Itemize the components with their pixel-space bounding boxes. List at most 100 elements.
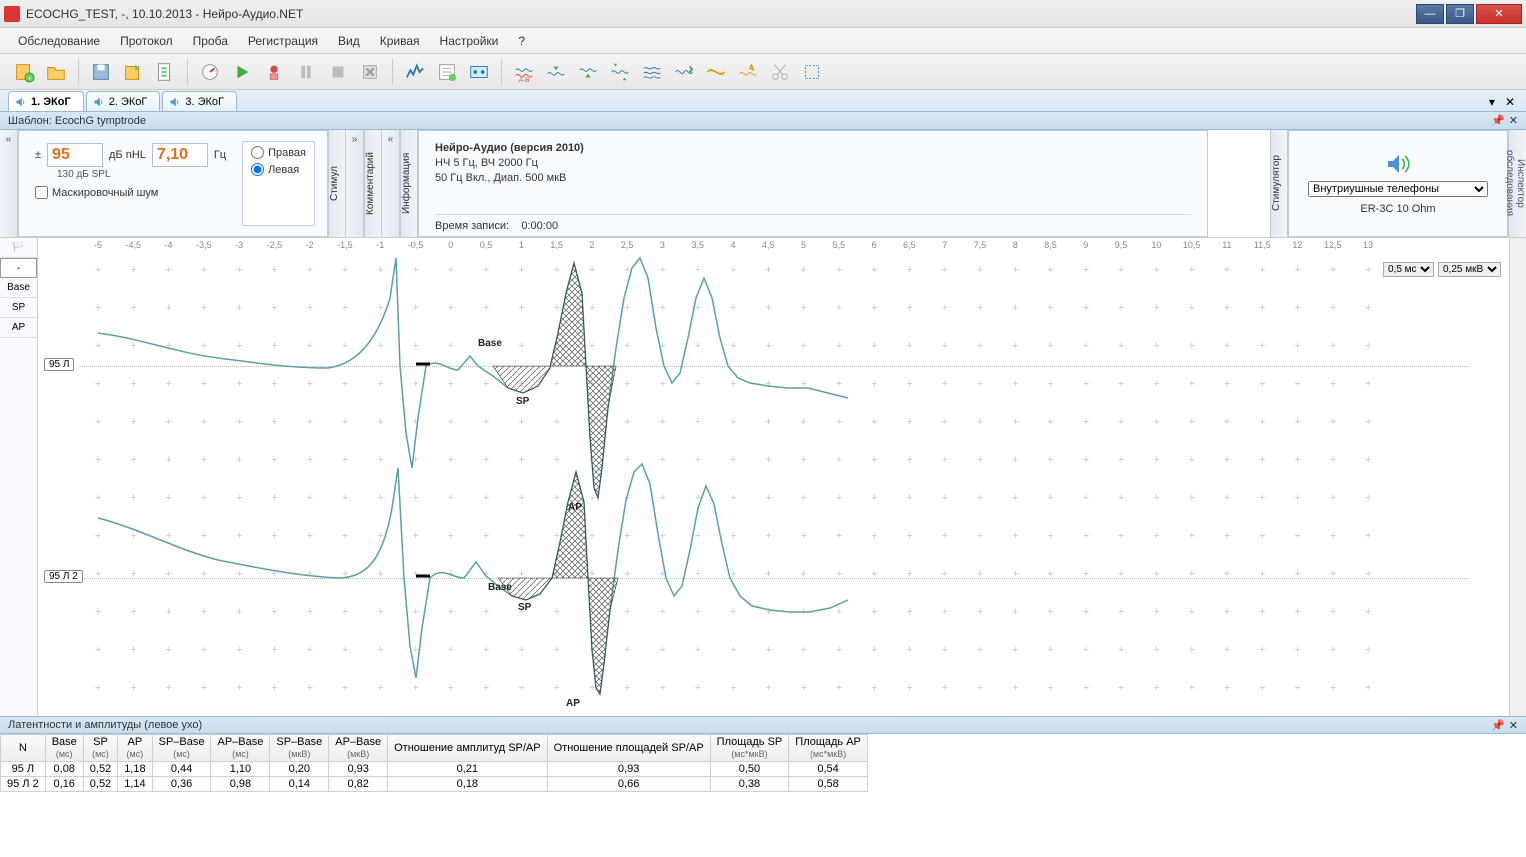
flag-icon[interactable]: 🏳️: [0, 238, 37, 258]
stimulus-panel: ± дБ nHL Гц 130 дБ SPL Маскировочный шум…: [18, 130, 328, 237]
template-pin-icon[interactable]: 📌: [1491, 114, 1505, 127]
col-header: SP–Base(мкВ): [270, 735, 329, 762]
marker-none[interactable]: -: [0, 258, 37, 278]
info-line3: 50 Гц Вкл., Диап. 500 мкВ: [435, 171, 1191, 186]
info-collapse-button[interactable]: «: [382, 130, 400, 237]
marker-ap[interactable]: AP: [0, 318, 37, 338]
side-left-radio[interactable]: [251, 163, 264, 176]
vertical-scrollbar[interactable]: [1509, 238, 1526, 716]
col-header: Base(мс): [45, 735, 83, 762]
inspector-panel-toggle[interactable]: Инспектор обследования: [1508, 130, 1526, 237]
tool-report-icon[interactable]: [151, 58, 179, 86]
marker-base-2[interactable]: Base: [488, 582, 512, 593]
tool-smooth-icon[interactable]: [702, 58, 730, 86]
side-right-radio-label[interactable]: Правая: [251, 146, 306, 159]
marker-ap-1[interactable]: AP: [568, 502, 582, 513]
comment-vlabel[interactable]: Комментарий: [364, 130, 382, 237]
bottom-title: Латентности и амплитуды (левое ухо): [8, 719, 202, 731]
intensity-input[interactable]: [47, 143, 103, 167]
x-scale-select[interactable]: 0,5 мс: [1383, 262, 1434, 277]
rate-input[interactable]: [152, 143, 208, 167]
tool-list-icon[interactable]: [433, 58, 461, 86]
collapse-mid-button[interactable]: »: [346, 130, 364, 237]
tab-2[interactable]: 2. ЭКоГ: [86, 91, 161, 111]
col-header: AP–Base(мкВ): [329, 735, 388, 762]
waveform-plot[interactable]: -5-4,5-4-3,5-3-2,5-2-1,5-1-0,500,511,522…: [38, 238, 1509, 716]
tool-save-icon[interactable]: [87, 58, 115, 86]
marker-sp-1[interactable]: SP: [516, 396, 529, 407]
minimize-button[interactable]: —: [1416, 4, 1444, 24]
template-close-icon[interactable]: ✕: [1509, 114, 1518, 127]
maximize-button[interactable]: ❐: [1446, 4, 1474, 24]
table-row[interactable]: 95 Л 20,160,521,140,360,980,140,820,180,…: [1, 777, 868, 792]
close-button[interactable]: ✕: [1476, 4, 1522, 24]
waveform-svg: [38, 238, 1408, 716]
marker-base[interactable]: Base: [0, 278, 37, 298]
col-header: Площадь SP(мс*мкВ): [710, 735, 789, 762]
results-table-wrap: NBase(мс)SP(мс)AP(мс)SP–Base(мс)AP–Base(…: [0, 734, 1526, 804]
tool-play-icon[interactable]: [228, 58, 256, 86]
bottom-pin-icon[interactable]: 📌: [1491, 719, 1505, 732]
menu-help[interactable]: ?: [508, 28, 535, 53]
menu-trial[interactable]: Проба: [183, 28, 238, 53]
menu-settings[interactable]: Настройки: [430, 28, 509, 53]
tool-compare-icon[interactable]: A-B: [510, 58, 538, 86]
tool-multiwave-icon[interactable]: [638, 58, 666, 86]
tool-new-patient-icon[interactable]: +: [10, 58, 38, 86]
info-vlabel: Информация: [400, 130, 418, 237]
tabs-dropdown-icon[interactable]: ▾: [1486, 95, 1498, 109]
menu-curve[interactable]: Кривая: [370, 28, 430, 53]
tool-wave-updown-icon[interactable]: [606, 58, 634, 86]
spl-label: 130 дБ SPL: [57, 169, 230, 180]
tool-cut-icon[interactable]: [766, 58, 794, 86]
rec-time-label: Время записи:: [435, 220, 509, 232]
tool-wave-up-icon[interactable]: [542, 58, 570, 86]
masking-checkbox[interactable]: [35, 186, 48, 199]
tool-select-icon[interactable]: [798, 58, 826, 86]
trace-label-2[interactable]: 95 Л 2: [44, 570, 83, 583]
marker-ap-2[interactable]: AP: [566, 698, 580, 709]
tab-3[interactable]: 3. ЭКоГ: [162, 91, 237, 111]
marker-sp[interactable]: SP: [0, 298, 37, 318]
masking-checkbox-label[interactable]: Маскировочный шум: [35, 186, 230, 199]
tool-analyze-icon[interactable]: [401, 58, 429, 86]
collapse-left-button[interactable]: «: [0, 130, 18, 237]
transducer-select[interactable]: Внутриушные телефоны: [1308, 181, 1488, 197]
side-left-radio-label[interactable]: Левая: [251, 163, 306, 176]
speaker-icon: [15, 96, 27, 108]
tool-window-icon[interactable]: [465, 58, 493, 86]
tool-record-icon[interactable]: [260, 58, 288, 86]
template-label: Шаблон: EcochG tymptrode: [8, 115, 146, 127]
tool-wave-down-icon[interactable]: [574, 58, 602, 86]
side-right-radio[interactable]: [251, 146, 264, 159]
y-scale-select[interactable]: 0,25 мкВ: [1438, 262, 1501, 277]
transducer-model: ER-3C 10 Ohm: [1360, 203, 1435, 215]
bottom-close-icon[interactable]: ✕: [1509, 719, 1518, 732]
tool-filter-icon[interactable]: [670, 58, 698, 86]
tool-mark-icon[interactable]: [734, 58, 762, 86]
polarity-label: ±: [35, 149, 41, 161]
toolbar: + A-B: [0, 54, 1526, 90]
menu-view[interactable]: Вид: [328, 28, 370, 53]
marker-column: 🏳️ - Base SP AP: [0, 238, 38, 716]
menu-registration[interactable]: Регистрация: [238, 28, 328, 53]
menu-protocol[interactable]: Протокол: [110, 28, 183, 53]
rate-unit: Гц: [214, 149, 226, 161]
stimulator-vlabel: Стимулятор: [1270, 130, 1288, 237]
menu-examination[interactable]: Обследование: [8, 28, 110, 53]
intensity-unit: дБ nHL: [109, 149, 146, 161]
tool-export-icon[interactable]: [119, 58, 147, 86]
table-row[interactable]: 95 Л0,080,521,180,441,100,200,930,210,93…: [1, 762, 868, 777]
tool-cancel-icon[interactable]: [356, 58, 384, 86]
info-panel: Нейро-Аудио (версия 2010) НЧ 5 Гц, ВЧ 20…: [418, 130, 1208, 237]
col-header: Отношение амплитуд SP/AP: [388, 735, 548, 762]
tool-stop-icon[interactable]: [324, 58, 352, 86]
marker-base-1[interactable]: Base: [478, 338, 502, 349]
tool-impedance-icon[interactable]: [196, 58, 224, 86]
trace-label-1[interactable]: 95 Л: [44, 358, 74, 371]
marker-sp-2[interactable]: SP: [518, 602, 531, 613]
tab-1[interactable]: 1. ЭКоГ: [8, 91, 84, 111]
tabs-close-icon[interactable]: ✕: [1502, 95, 1518, 109]
tool-pause-icon[interactable]: [292, 58, 320, 86]
tool-open-icon[interactable]: [42, 58, 70, 86]
